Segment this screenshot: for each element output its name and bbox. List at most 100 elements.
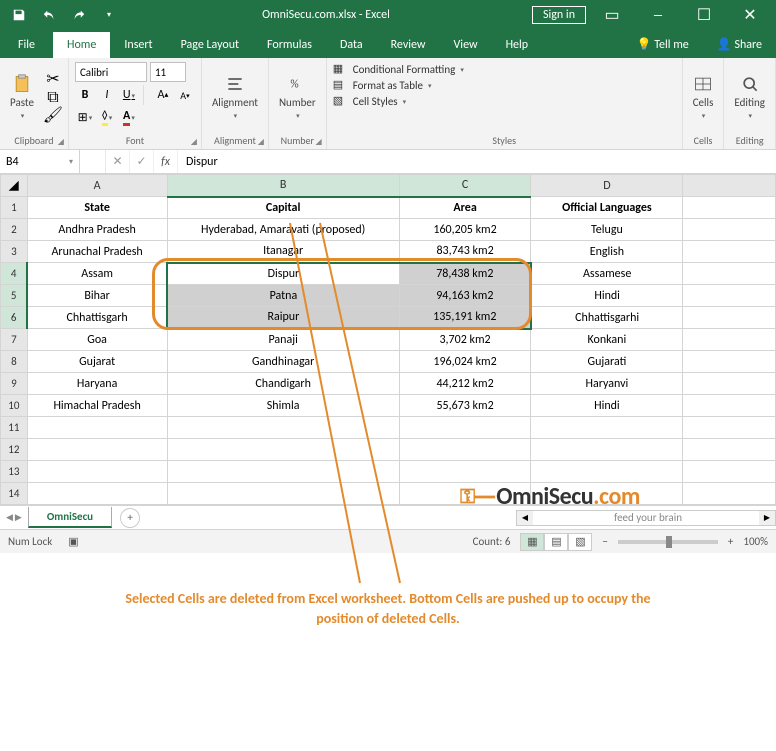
fill-color-button[interactable]: ◊▾ — [97, 107, 117, 127]
cell[interactable] — [683, 351, 776, 373]
scroll-right-icon[interactable]: ▶ — [759, 511, 775, 525]
border-button[interactable]: ⊞▾ — [75, 107, 95, 127]
cell[interactable]: Chhattisgarhi — [531, 307, 683, 329]
tab-home[interactable]: Home — [53, 32, 110, 58]
name-box[interactable]: B4▾ — [0, 150, 80, 173]
cell[interactable]: Chhattisgarh — [27, 307, 167, 329]
cell[interactable]: Area — [399, 197, 531, 219]
sheet-nav[interactable]: ◀▶ — [0, 512, 28, 523]
tab-formulas[interactable]: Formulas — [253, 32, 326, 58]
enter-formula-icon[interactable]: ✓ — [130, 150, 154, 173]
grow-font-button[interactable]: A▴ — [153, 85, 173, 105]
copy-icon[interactable]: ⧉ — [44, 89, 62, 105]
page-layout-view-button[interactable]: ▤ — [544, 533, 568, 551]
row-header[interactable]: 6 — [1, 307, 28, 329]
cell[interactable]: Gujarat — [27, 351, 167, 373]
col-header-d[interactable]: D — [531, 175, 683, 197]
cell[interactable] — [683, 373, 776, 395]
cell[interactable] — [683, 329, 776, 351]
cell[interactable]: Haryana — [27, 373, 167, 395]
italic-button[interactable]: I — [97, 85, 117, 105]
minimize-icon[interactable]: ─ — [638, 0, 678, 30]
zoom-slider[interactable] — [618, 540, 718, 544]
cell[interactable] — [683, 307, 776, 329]
alignment-button[interactable]: Alignment ▾ — [208, 72, 262, 122]
cell[interactable]: Hindi — [531, 285, 683, 307]
sheet-tab-active[interactable]: OmniSecu — [28, 507, 112, 528]
cell[interactable]: Chandigarh — [167, 373, 399, 395]
col-header-b[interactable]: B — [167, 175, 399, 197]
row-header[interactable]: 11 — [1, 417, 28, 439]
row-header[interactable]: 9 — [1, 373, 28, 395]
cell[interactable]: Gujarati — [531, 351, 683, 373]
font-size-select[interactable] — [150, 62, 186, 82]
cell[interactable]: Assam — [27, 263, 167, 285]
dialog-launcher-icon[interactable]: ◢ — [258, 137, 264, 147]
cell[interactable]: Official Languages — [531, 197, 683, 219]
close-icon[interactable]: ✕ — [730, 0, 770, 30]
col-header-e[interactable] — [683, 175, 776, 197]
cell[interactable]: 135,191 km2 — [399, 307, 531, 329]
dialog-launcher-icon[interactable]: ◢ — [191, 137, 197, 147]
cell[interactable]: 3,702 km2 — [399, 329, 531, 351]
cell[interactable] — [683, 197, 776, 219]
cell[interactable]: Hyderabad, Amaravati (proposed) — [167, 219, 399, 241]
cell[interactable]: Capital — [167, 197, 399, 219]
horizontal-scrollbar[interactable]: ◀ ▶ — [516, 510, 776, 526]
zoom-level[interactable]: 100% — [743, 535, 768, 548]
col-header-c[interactable]: C — [399, 175, 531, 197]
chevron-down-icon[interactable]: ▾ — [69, 157, 73, 167]
row-header[interactable]: 3 — [1, 241, 28, 263]
number-button[interactable]: % Number ▾ — [275, 72, 320, 122]
cell[interactable]: Shimla — [167, 395, 399, 417]
cell[interactable]: Konkani — [531, 329, 683, 351]
cell[interactable]: English — [531, 241, 683, 263]
dialog-launcher-icon[interactable]: ◢ — [58, 137, 64, 147]
cell[interactable] — [683, 395, 776, 417]
col-header-a[interactable]: A — [27, 175, 167, 197]
select-all-corner[interactable]: ◢ — [1, 175, 28, 197]
cells-button[interactable]: Cells ▾ — [689, 72, 718, 122]
cell[interactable]: 94,163 km2 — [399, 285, 531, 307]
worksheet-grid[interactable]: ◢ A B C D 1 State Capital Area Official … — [0, 174, 776, 505]
font-color-button[interactable]: A▾ — [119, 107, 139, 127]
cell[interactable]: Gandhinagar — [167, 351, 399, 373]
cut-icon[interactable]: ✂ — [44, 71, 62, 87]
qat-dropdown-icon[interactable]: ▾ — [98, 4, 120, 26]
cell[interactable]: Bihar — [27, 285, 167, 307]
row-header[interactable]: 5 — [1, 285, 28, 307]
cell[interactable]: 160,205 km2 — [399, 219, 531, 241]
cell[interactable] — [683, 219, 776, 241]
cell[interactable]: 44,212 km2 — [399, 373, 531, 395]
row-header[interactable]: 1 — [1, 197, 28, 219]
sign-in-button[interactable]: Sign in — [532, 6, 586, 24]
editing-button[interactable]: Editing ▾ — [730, 72, 769, 122]
zoom-in-button[interactable]: + — [728, 535, 733, 548]
cell[interactable]: Andhra Pradesh — [27, 219, 167, 241]
cell[interactable]: Haryanvi — [531, 373, 683, 395]
cell[interactable]: 78,438 km2 — [399, 263, 531, 285]
undo-icon[interactable] — [38, 4, 60, 26]
font-name-select[interactable] — [75, 62, 147, 82]
macro-record-icon[interactable]: ▣ — [68, 535, 78, 548]
row-header[interactable]: 13 — [1, 461, 28, 483]
tab-review[interactable]: Review — [377, 32, 440, 58]
tab-view[interactable]: View — [440, 32, 492, 58]
cell[interactable]: Telugu — [531, 219, 683, 241]
cell[interactable]: Patna — [167, 285, 399, 307]
cell[interactable] — [683, 241, 776, 263]
scroll-left-icon[interactable]: ◀ — [517, 511, 533, 525]
format-painter-icon[interactable]: 🖌 — [44, 107, 62, 123]
row-header[interactable]: 7 — [1, 329, 28, 351]
format-as-table-button[interactable]: ▤Format as Table▾ — [333, 78, 676, 92]
cell[interactable]: Assamese — [531, 263, 683, 285]
tab-file[interactable]: File — [0, 32, 53, 58]
cell[interactable]: Hindi — [531, 395, 683, 417]
redo-icon[interactable] — [68, 4, 90, 26]
dialog-launcher-icon[interactable]: ◢ — [316, 137, 322, 147]
cell[interactable]: Itanagar — [167, 241, 399, 263]
row-header[interactable]: 12 — [1, 439, 28, 461]
page-break-view-button[interactable]: ▧ — [568, 533, 592, 551]
cell[interactable] — [683, 285, 776, 307]
formula-input[interactable]: Dispur — [178, 150, 776, 173]
